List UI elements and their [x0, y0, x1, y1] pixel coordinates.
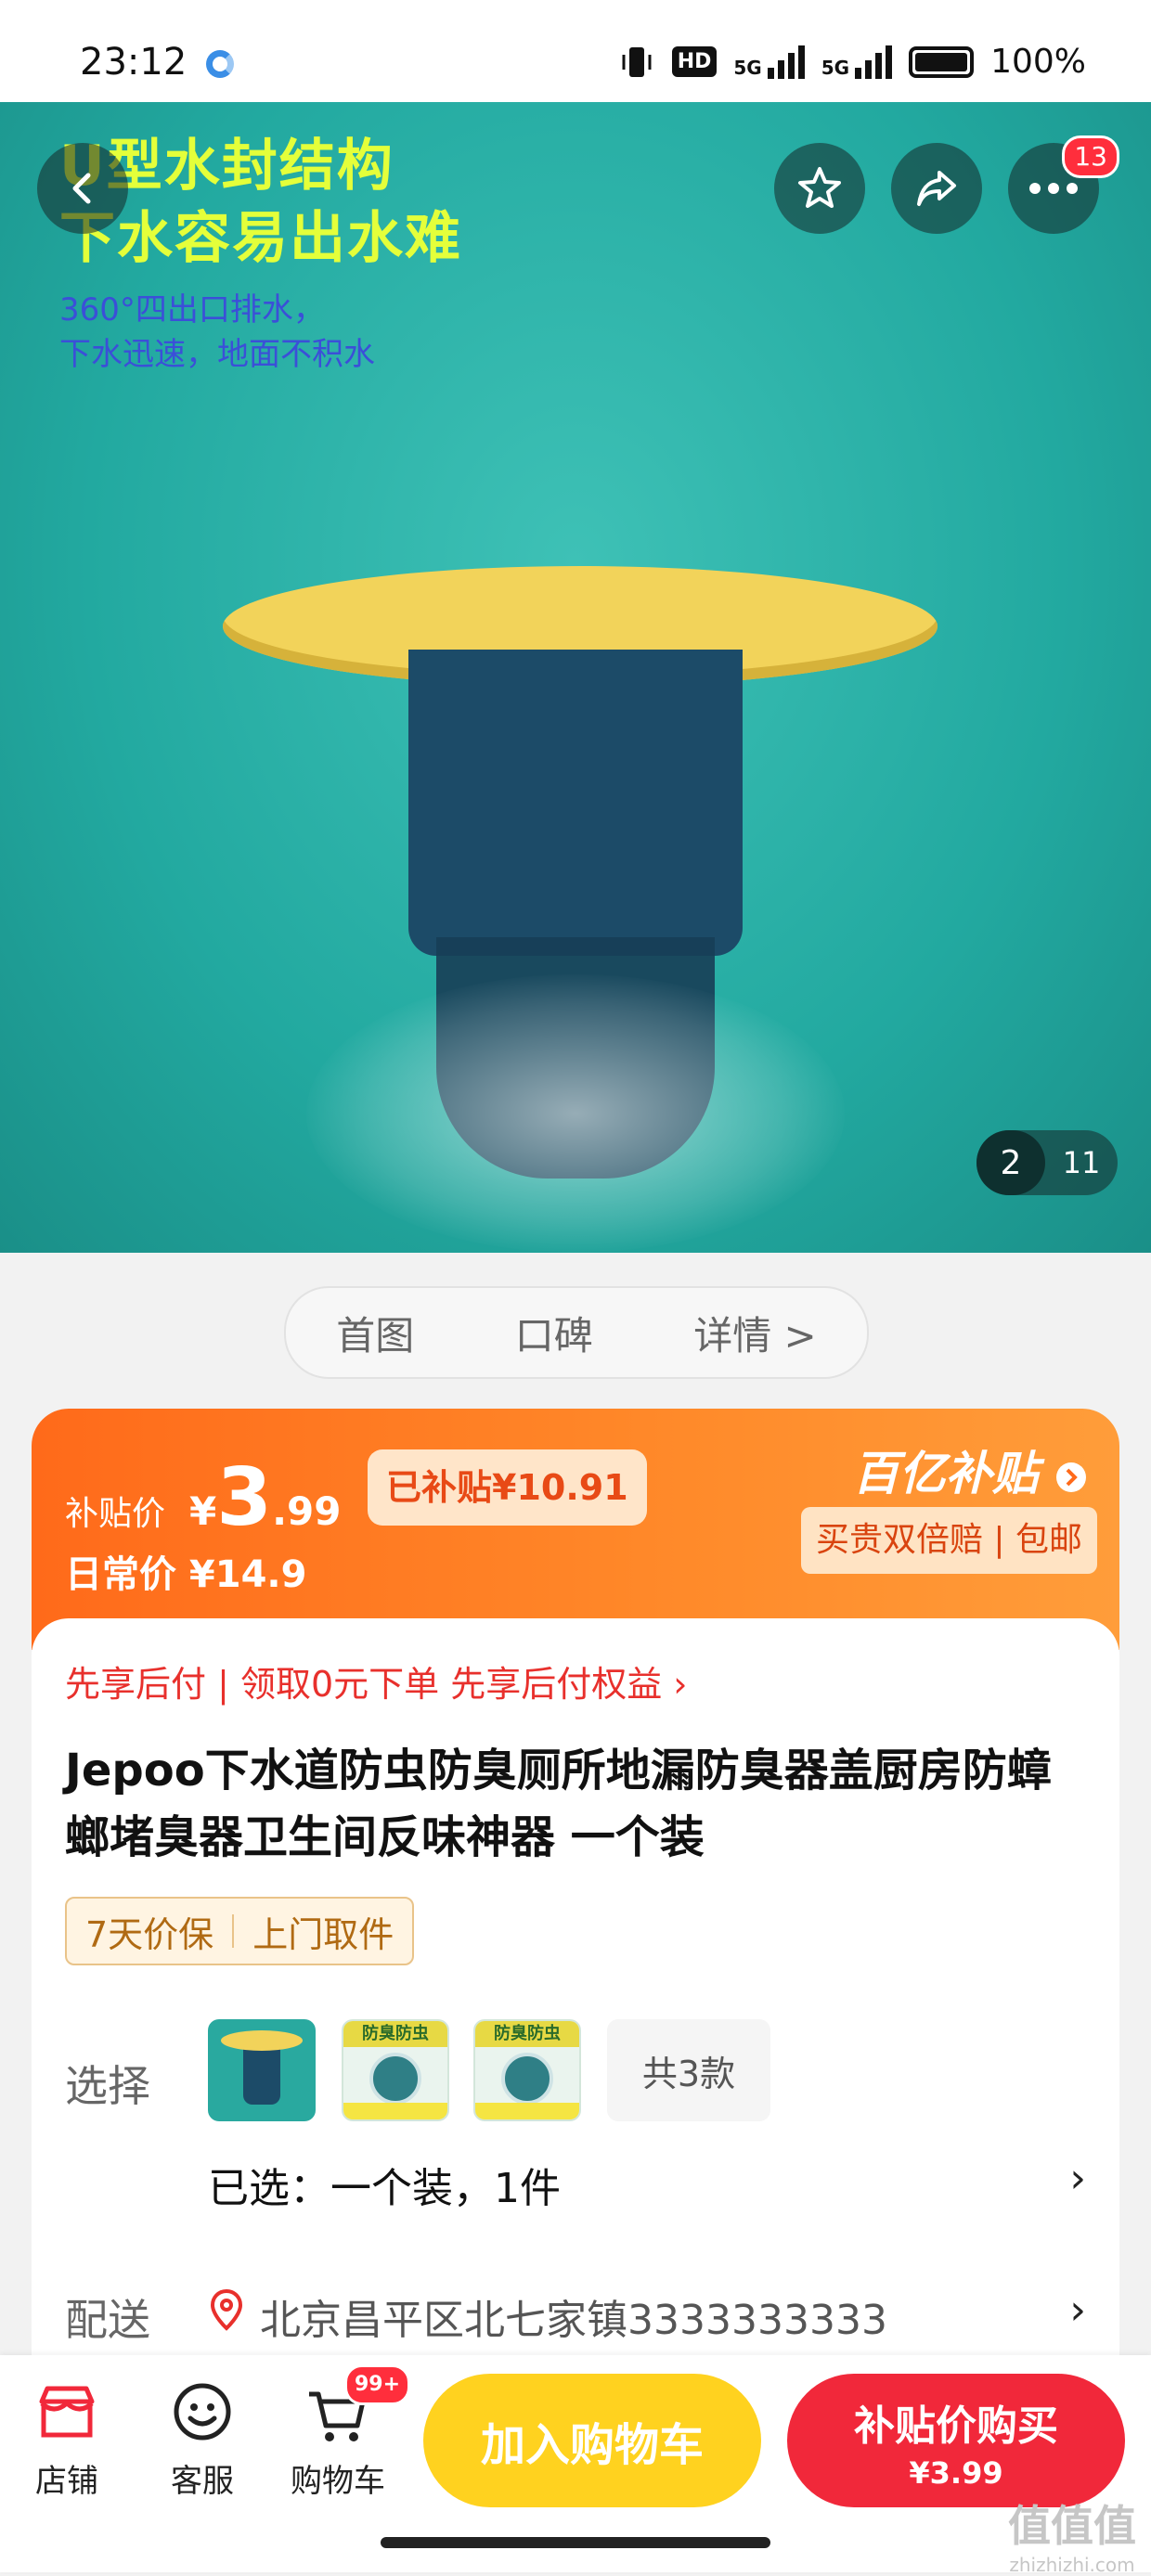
cart-badge: 99+: [344, 2364, 411, 2405]
more-dots-icon: [1029, 183, 1078, 194]
shipping-address[interactable]: 北京昌平区北七家镇3333333333: [260, 2286, 887, 2346]
shipping-label: 配送: [65, 2295, 150, 2345]
home-indicator[interactable]: [381, 2537, 770, 2548]
net-label-1: 5G: [733, 56, 762, 79]
hd-icon: HD: [671, 46, 718, 77]
shop-button[interactable]: 店铺: [11, 2379, 123, 2501]
vibrate-icon: [622, 46, 652, 77]
variant-thumb-graphic: [501, 2053, 553, 2105]
price-protect-chip: 7天价保: [85, 1913, 214, 1955]
share-button[interactable]: [891, 143, 982, 234]
pickup-chip: 上门取件: [252, 1913, 394, 1955]
price-banner: 补贴价 ¥3.99 已补贴¥10.91 日常价 ¥14.9 百亿补贴 买贵双倍赔…: [32, 1409, 1119, 1650]
location-pin-icon: [210, 2288, 243, 2331]
variant-thumb-3[interactable]: 防臭防虫: [473, 2019, 581, 2121]
chevron-left-icon: [72, 173, 91, 204]
drain-body: [408, 650, 743, 956]
variant-thumb-strip: [343, 2103, 447, 2119]
more-styles-button[interactable]: 共3款: [607, 2019, 770, 2121]
watermark: 值值值 zhizhizhi.com: [1008, 2492, 1136, 2576]
chevron-right-icon[interactable]: ›: [1069, 2286, 1086, 2334]
signal-2-icon: 5G: [821, 45, 893, 79]
variant-thumb-2[interactable]: 防臭防虫: [342, 2019, 449, 2121]
price-integer: 3: [216, 1451, 273, 1544]
signal-1-icon: 5G: [733, 45, 805, 79]
back-button[interactable]: [37, 143, 128, 234]
billion-subsidy-logo[interactable]: 百亿补贴: [853, 1436, 1088, 1503]
product-image-carousel[interactable]: U型水封结构 下水容易出水难 360°四出口排水， 下水迅速，地面不积水 13 …: [0, 102, 1151, 1253]
favorite-button[interactable]: [774, 143, 865, 234]
tab-reviews[interactable]: 口碑: [515, 1305, 593, 1361]
hero-sub-line1: 360°四出口排水，: [59, 291, 325, 328]
tab-main-image[interactable]: 首图: [336, 1305, 414, 1361]
billion-subsidy-logo-text: 百亿补贴: [852, 1447, 1039, 1501]
sync-icon: [206, 50, 234, 78]
star-icon: [798, 167, 841, 208]
customer-service-button[interactable]: 客服: [147, 2379, 258, 2501]
image-total: 11: [1062, 1145, 1101, 1180]
watermark-sub: zhizhizhi.com: [1009, 2554, 1135, 2576]
add-to-cart-button[interactable]: 加入购物车: [423, 2374, 761, 2507]
hero-sub-line2: 下水迅速，地面不积水: [59, 336, 375, 373]
share-icon: [917, 171, 956, 206]
shop-icon: [39, 2386, 95, 2438]
price-currency: ¥: [189, 1488, 217, 1534]
image-index: 2: [976, 1130, 1045, 1195]
price-label: 补贴价: [65, 1495, 166, 1533]
selected-variant[interactable]: 已选：一个装，1件: [208, 2155, 561, 2214]
cart-button[interactable]: 99+ 购物车: [282, 2364, 411, 2501]
service-chips[interactable]: 7天价保 上门取件: [65, 1897, 415, 1965]
product-title: Jepoo下水道防虫防臭厕所地漏防臭器盖厨房防蟑螂堵臭器卫生间反味神器 一个装: [65, 1745, 1052, 1863]
status-icons: HD 5G 5G 100%: [618, 43, 1086, 81]
product-info-card: 先享后付 | 领取0元下单 先享后付权益 › Jepoo下水道防虫防臭厕所地漏防…: [32, 1618, 1119, 2361]
guarantee-tag: 买贵双倍赔 | 包邮: [800, 1507, 1097, 1574]
image-counter: 2 11: [976, 1130, 1118, 1195]
section-tabs: 首图 口碑 详情 >: [284, 1286, 869, 1379]
hero-subtext: 360°四出口排水， 下水迅速，地面不积水: [59, 288, 375, 377]
more-badge: 13: [1062, 135, 1119, 178]
arrow-circle-icon: [1056, 1462, 1086, 1492]
select-label: 选择: [65, 2061, 150, 2111]
variant-thumb-graphic: [369, 2053, 421, 2105]
net-label-2: 5G: [821, 56, 850, 79]
price-decimal: .99: [272, 1488, 342, 1534]
subsidy-tag: 已补贴¥10.91: [368, 1449, 647, 1526]
daily-price: 日常价 ¥14.9: [65, 1553, 307, 1596]
watermark-text: 值值值: [1008, 2501, 1136, 2551]
chevron-right-icon[interactable]: ›: [1069, 2155, 1086, 2202]
battery-percent: 100%: [990, 43, 1086, 81]
tab-details[interactable]: 详情 >: [693, 1305, 817, 1361]
status-bar: 23:12 HD 5G 5G 100%: [0, 0, 1151, 102]
variant-thumb-caption: 防臭防虫: [343, 2021, 447, 2047]
pay-later-promo[interactable]: 先享后付 | 领取0元下单 先享后付权益 ›: [65, 1655, 688, 1707]
water-splash: [306, 974, 845, 1253]
shop-label: 店铺: [35, 2463, 98, 2500]
buy-now-button[interactable]: 补贴价购买 ¥3.99: [787, 2374, 1125, 2507]
subsidy-price: ¥3.99: [189, 1451, 341, 1544]
variant-thumb-caption: 防臭防虫: [475, 2021, 579, 2047]
buy-now-label: 补贴价购买: [854, 2402, 1058, 2450]
status-time: 23:12: [80, 41, 188, 84]
variant-thumb-1[interactable]: [208, 2019, 316, 2121]
chat-face-icon: [174, 2383, 231, 2441]
service-label: 客服: [171, 2463, 234, 2500]
battery-icon: [909, 45, 975, 78]
cart-label: 购物车: [291, 2463, 385, 2500]
buy-now-price: ¥3.99: [909, 2455, 1003, 2491]
variant-thumb-strip: [475, 2103, 579, 2119]
